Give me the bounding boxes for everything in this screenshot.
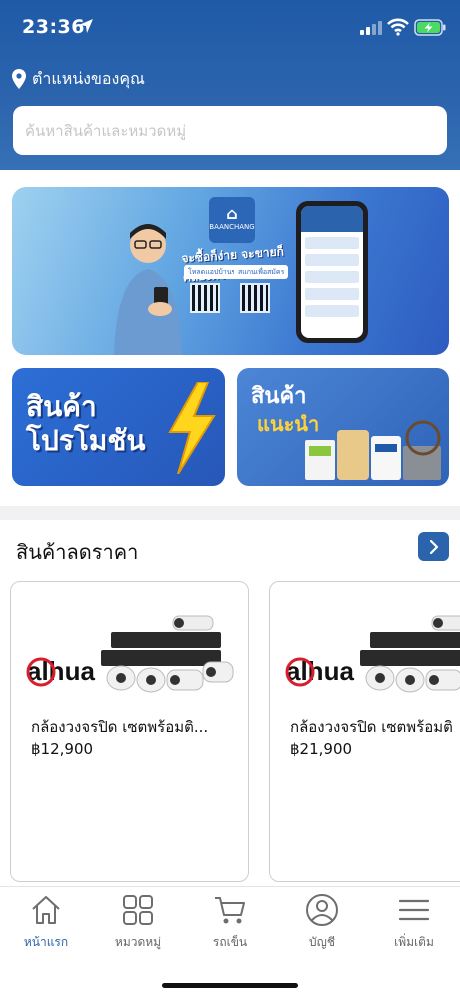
qr-code-icon: [240, 283, 270, 313]
phone-row: [305, 305, 359, 317]
product-name: กล้องวงจรปิด เซตพร้อมติ...: [31, 718, 209, 736]
nav-cart[interactable]: รถเข็น: [184, 893, 276, 963]
bottom-navigation: หน้าแรก หมวดหมู่ รถเข็น บัญชี เพิ่มเติม: [0, 886, 460, 996]
promo-line-1: สินค้า: [26, 390, 97, 423]
nav-more[interactable]: เพิ่มเติม: [368, 893, 460, 963]
grid-icon: [123, 895, 153, 925]
phone-row: [305, 237, 359, 249]
baanchang-logo: ⌂ BAANCHANG: [209, 197, 255, 243]
nav-label: หมวดหมู่: [114, 935, 162, 949]
banner-headline: จะซื้อก็ง่าย จะขายก็คล่องตัว: [180, 244, 285, 284]
see-all-button[interactable]: [418, 532, 449, 561]
phone-screen: [301, 206, 363, 338]
recommended-banner[interactable]: สินค้า แนะนำ: [237, 368, 449, 486]
product-price: ฿12,900: [31, 740, 94, 758]
qr-code-icon: [190, 283, 220, 313]
status-time: 23:36: [22, 16, 85, 38]
cctv-product-image: alhua: [26, 615, 234, 693]
section-title: สินค้าลดราคา: [16, 540, 139, 564]
promo-text: สินค้า โปรโมชัน: [26, 390, 146, 458]
home-icon: [32, 896, 60, 924]
search-input[interactable]: [25, 121, 435, 140]
phone-mockup: [296, 201, 368, 343]
nav-account[interactable]: บัญชี: [276, 893, 368, 963]
location-label: ตำแหน่งของคุณ: [32, 68, 145, 88]
phone-row: [305, 288, 359, 300]
nav-home[interactable]: หน้าแรก: [0, 893, 92, 963]
lightning-bolt-icon: [168, 382, 216, 474]
phone-row: [305, 271, 359, 283]
user-icon: [306, 894, 338, 926]
search-bar[interactable]: [13, 106, 447, 155]
phone-row: [305, 254, 359, 266]
wifi-icon: [387, 18, 409, 36]
banner-chip-signup: สแกนเพื่อสมัคร: [234, 265, 289, 279]
chevron-right-icon: [429, 539, 438, 554]
banner-section: ⌂ BAANCHANG จะซื้อก็ง่าย จะขายก็คล่องตัว…: [0, 170, 460, 506]
product-price: ฿21,900: [290, 740, 353, 758]
battery-charging-icon: [414, 19, 446, 36]
app-download-banner[interactable]: ⌂ BAANCHANG จะซื้อก็ง่าย จะขายก็คล่องตัว…: [12, 187, 449, 355]
discount-section: สินค้าลดราคา alhua กล้องวงจรปิด เซตพร้อม…: [0, 520, 460, 886]
nav-label: หน้าแรก: [23, 935, 69, 949]
cellular-signal-icon: [360, 21, 382, 35]
product-card[interactable]: alhua กล้องวงจรปิด เซตพร้อมติ ฿21,900: [269, 581, 460, 882]
products-illustration: [305, 420, 441, 480]
promotion-banner[interactable]: สินค้า โปรโมชัน: [12, 368, 225, 486]
location-selector[interactable]: ตำแหน่งของคุณ: [12, 66, 145, 92]
product-card[interactable]: alhua กล้องวงจรปิด เซตพร้อมติ... ฿12,900: [10, 581, 249, 882]
nav-label: รถเข็น: [212, 935, 248, 949]
nav-label: เพิ่มเติม: [394, 935, 434, 949]
logo-text: BAANCHANG: [209, 223, 255, 231]
cart-icon: [215, 897, 245, 924]
location-arrow-icon: [79, 19, 93, 33]
product-name: กล้องวงจรปิด เซตพร้อมติ: [290, 718, 453, 736]
status-bar: 23:36: [0, 0, 460, 56]
cctv-product-image: alhua: [285, 615, 460, 693]
smiling-man-illustration: [114, 224, 182, 355]
map-pin-icon: [12, 69, 26, 89]
header: 23:36 ตำแหน่งของคุณ: [0, 0, 460, 170]
nav-categories[interactable]: หมวดหมู่: [92, 893, 184, 963]
menu-icon: [398, 899, 430, 921]
nav-label: บัญชี: [309, 935, 335, 949]
phone-app-header: [301, 206, 363, 232]
home-indicator: [162, 983, 298, 988]
promo-line-2: โปรโมชัน: [26, 424, 146, 457]
